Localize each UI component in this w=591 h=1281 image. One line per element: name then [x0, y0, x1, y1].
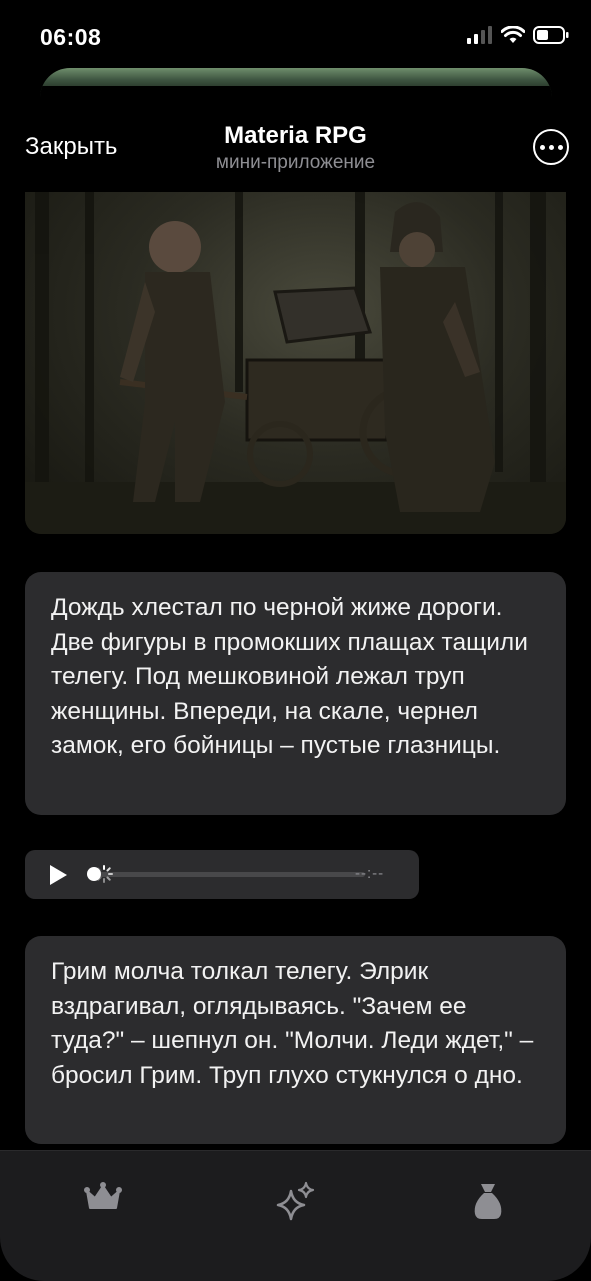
wifi-icon: [501, 26, 525, 43]
audio-player: --:--: [25, 850, 419, 899]
money-bag-icon[interactable]: [472, 1181, 504, 1221]
status-bar: 06:08: [0, 0, 591, 70]
status-time: 06:08: [40, 24, 102, 50]
background-sheet-peek: [40, 68, 552, 98]
status-icons: [467, 26, 569, 44]
audio-seek-bar[interactable]: [91, 872, 365, 877]
battery-icon: [533, 26, 569, 44]
app-title: Materia RPG: [224, 122, 367, 149]
bottom-tab-bar: [0, 1150, 591, 1281]
story-message: Грим молча толкал телегу. Элрик вздрагив…: [25, 936, 566, 1144]
sparkles-icon[interactable]: [276, 1181, 316, 1221]
crown-icon[interactable]: [84, 1181, 122, 1213]
app-subtitle: мини-приложение: [215, 152, 376, 173]
cellular-signal-icon: [467, 26, 492, 44]
audio-duration: --:--: [355, 865, 385, 882]
story-message: Дождь хлестал по черной жиже дороги. Две…: [25, 572, 566, 815]
scene-illustration: [25, 192, 566, 534]
more-circle-icon: [539, 144, 545, 150]
play-icon[interactable]: [50, 865, 67, 885]
loading-spinner-icon: [95, 865, 113, 883]
mini-app-header: Закрыть Materia RPG мини-приложение: [0, 110, 591, 190]
story-feed[interactable]: Дождь хлестал по черной жиже дороги. Две…: [0, 192, 591, 1150]
more-options-button[interactable]: [533, 129, 569, 165]
